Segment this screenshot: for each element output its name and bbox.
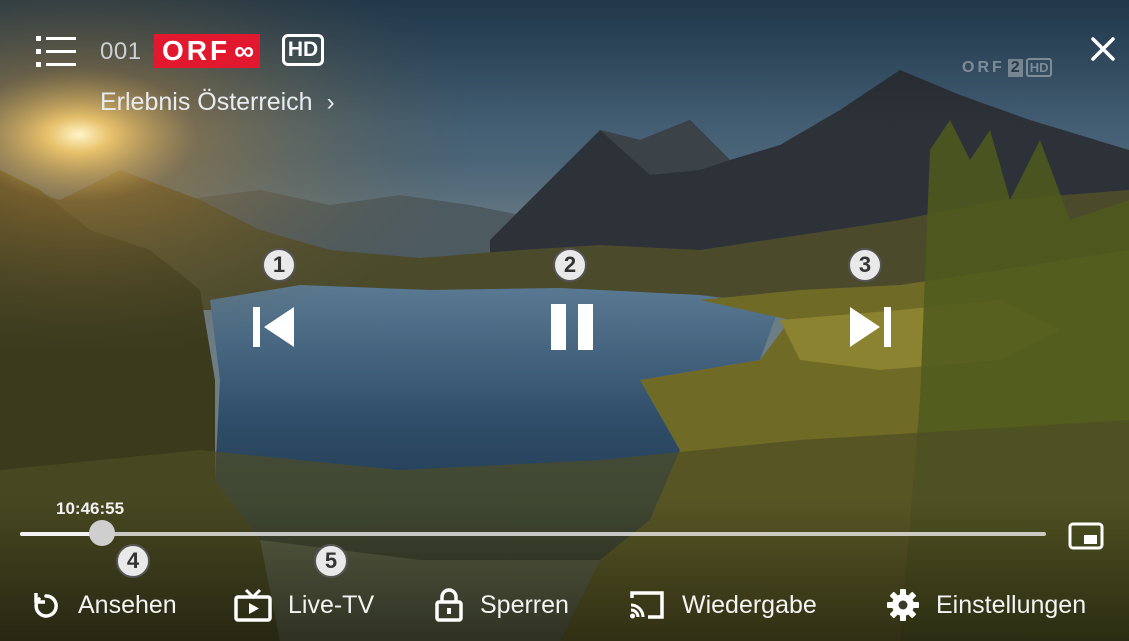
- gear-icon: [887, 589, 919, 621]
- sperren-button[interactable]: Sperren: [434, 580, 569, 630]
- current-time: 10:46:55: [56, 499, 125, 518]
- top-bar: 001 ORF ∞ HD Erlebnis Österreich › ORF 2 HD: [0, 0, 1129, 140]
- next-button[interactable]: [848, 305, 894, 349]
- watermark-number: 2: [1007, 59, 1023, 77]
- annotation-marker-5: 5: [314, 544, 348, 578]
- wiedergabe-label: Wiedergabe: [682, 590, 817, 619]
- replay-icon: [34, 593, 58, 618]
- cast-icon: [630, 591, 664, 619]
- progress-thumb[interactable]: [89, 520, 116, 546]
- annotation-marker-4: 4: [116, 544, 150, 578]
- watermark-hd: HD: [1025, 58, 1053, 77]
- skip-next-icon: [850, 307, 891, 347]
- live-tv-label: Live-TV: [288, 590, 375, 619]
- annotation-marker-1: 1: [262, 248, 296, 282]
- broadcaster-watermark: ORF 2 HD: [962, 58, 1053, 77]
- list-menu-icon: [36, 36, 76, 67]
- progress-bar[interactable]: [20, 520, 1046, 546]
- live-tv-icon: [234, 588, 272, 622]
- channel-list-button[interactable]: [36, 34, 76, 70]
- ansehen-button[interactable]: Ansehen: [30, 580, 177, 630]
- video-player[interactable]: 001 ORF ∞ HD Erlebnis Österreich › ORF 2 HD …: [0, 0, 1129, 641]
- picture-in-picture-button[interactable]: [1066, 520, 1106, 552]
- previous-button[interactable]: [250, 305, 296, 349]
- watermark-brand: ORF: [962, 59, 1005, 76]
- program-title-link[interactable]: Erlebnis Österreich ›: [100, 88, 335, 117]
- hd-badge: HD: [282, 34, 324, 66]
- lock-icon: [435, 588, 463, 622]
- annotation-marker-2: 2: [553, 248, 587, 282]
- wiedergabe-button[interactable]: Wiedergabe: [628, 580, 817, 630]
- channel-logo: ORF ∞: [154, 34, 261, 68]
- close-icon: [1091, 37, 1115, 61]
- close-button[interactable]: [1086, 32, 1120, 66]
- pause-icon: [551, 304, 593, 350]
- ansehen-label: Ansehen: [78, 590, 177, 619]
- bottom-toolbar: Ansehen Live-TV Sperren Wiedergabe Einst…: [0, 580, 1129, 630]
- channel-logo-text: ORF: [162, 35, 231, 66]
- channel-logo-suffix: ∞: [234, 35, 255, 66]
- einstellungen-label: Einstellungen: [936, 590, 1087, 619]
- live-tv-button[interactable]: Live-TV: [234, 580, 374, 630]
- pause-button[interactable]: [549, 302, 595, 352]
- einstellungen-button[interactable]: Einstellungen: [886, 580, 1086, 630]
- skip-previous-icon: [253, 307, 294, 347]
- annotation-marker-3: 3: [848, 248, 882, 282]
- channel-number: 001: [100, 38, 142, 65]
- chevron-right-icon: ›: [326, 89, 335, 116]
- program-title: Erlebnis Österreich: [100, 88, 313, 116]
- picture-in-picture-icon: [1068, 522, 1104, 550]
- sperren-label: Sperren: [480, 590, 569, 619]
